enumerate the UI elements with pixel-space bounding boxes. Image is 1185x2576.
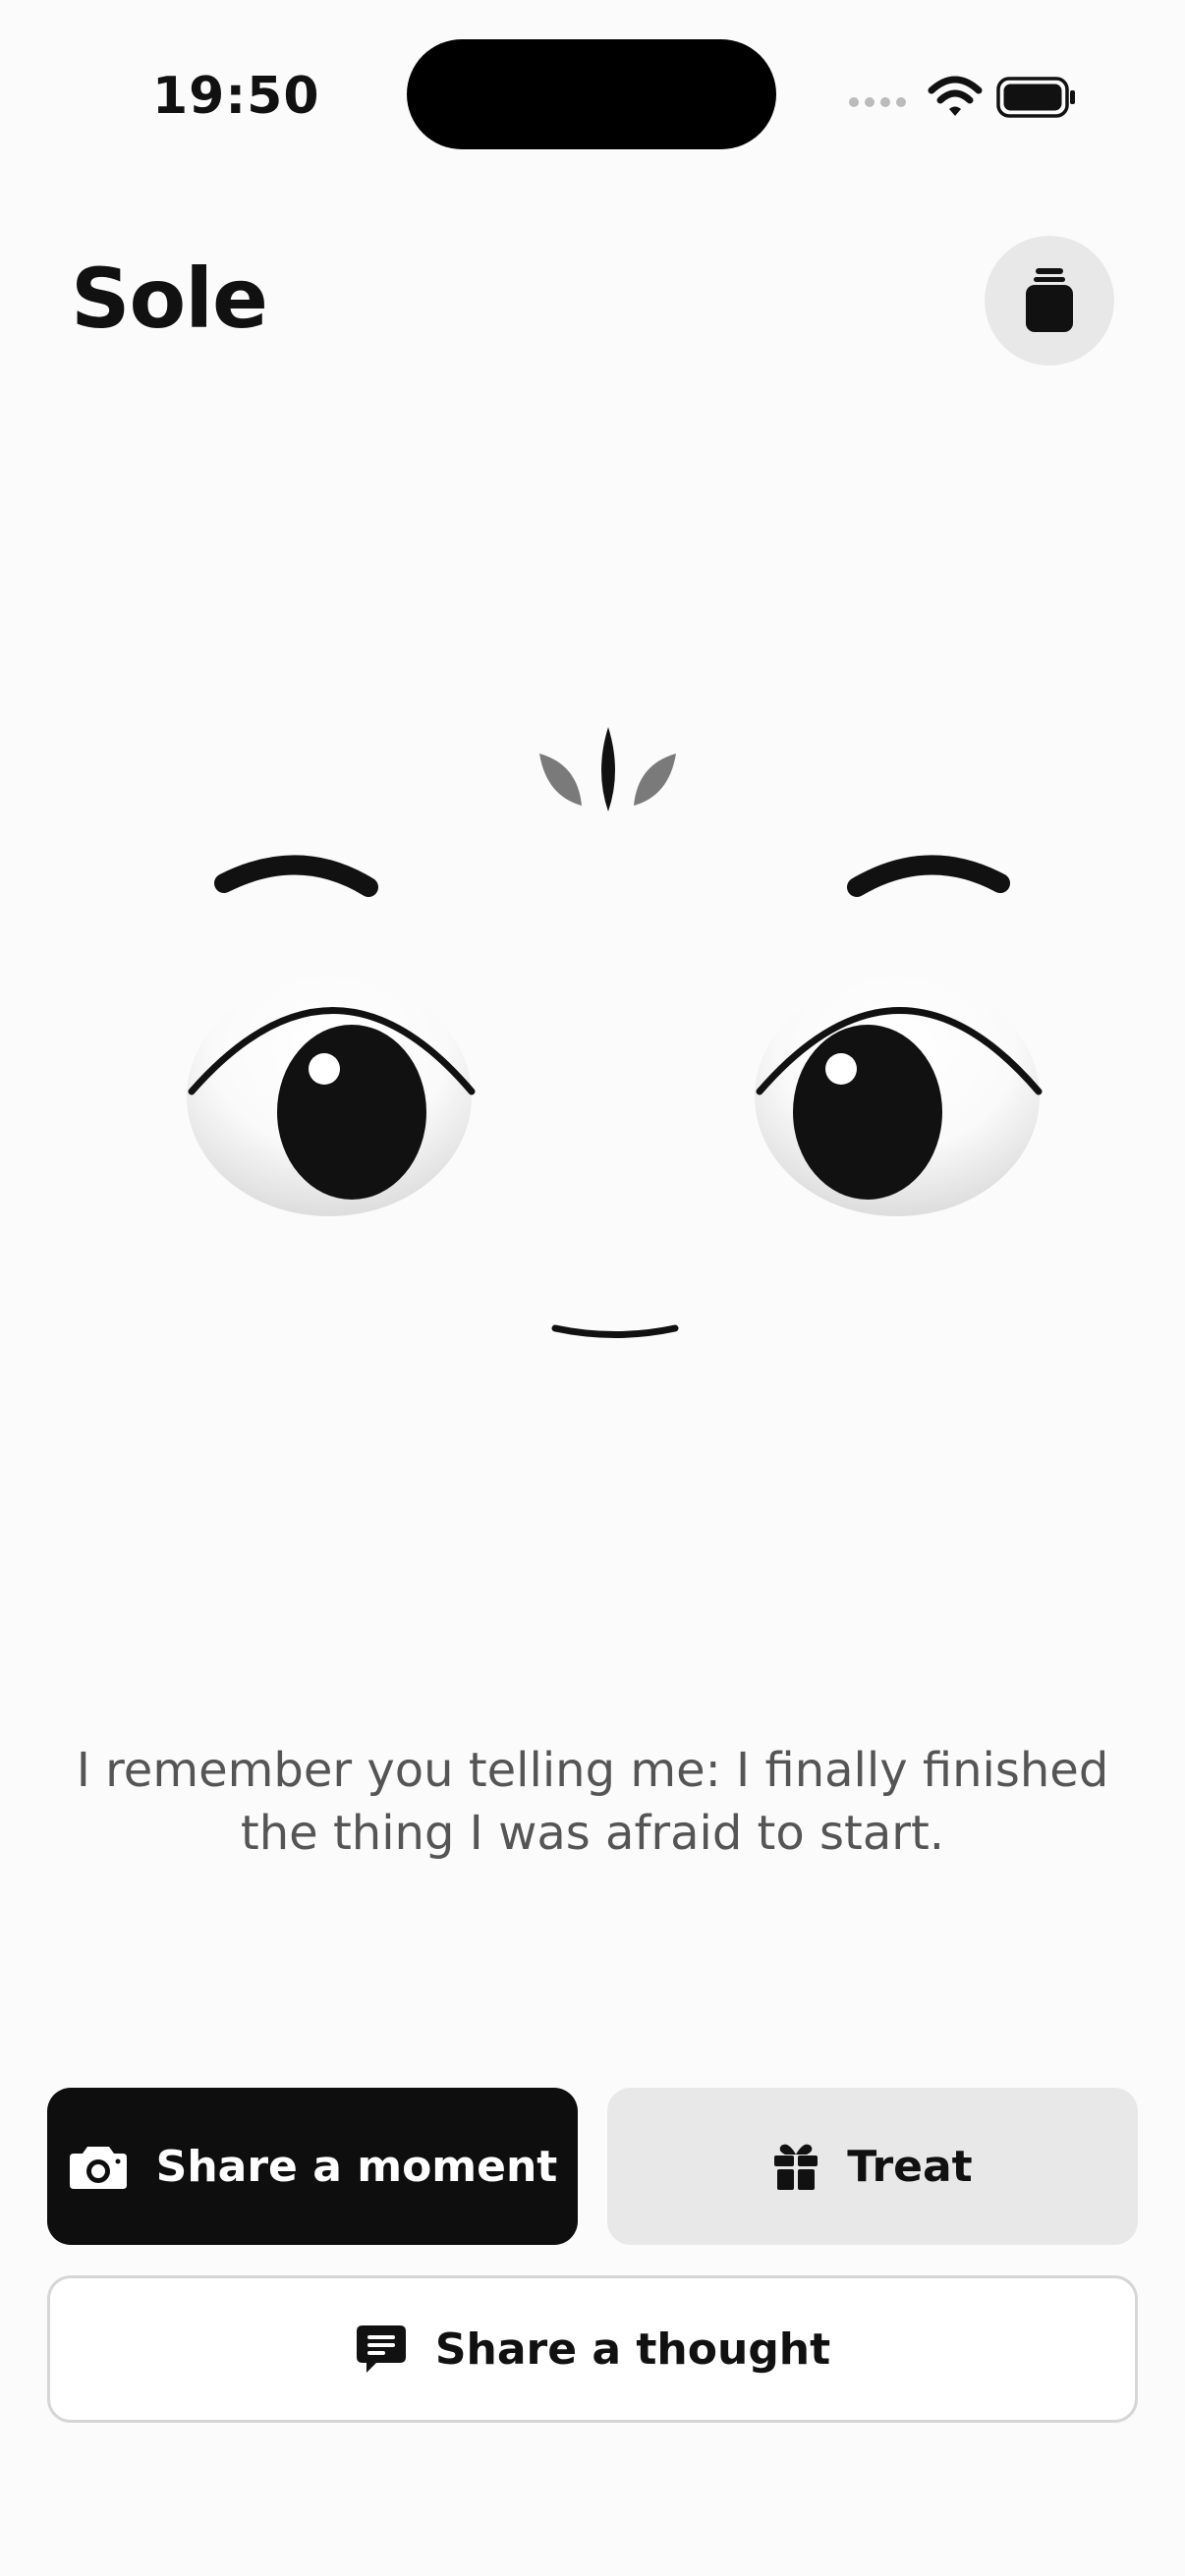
wifi-icon — [928, 76, 983, 116]
share-moment-button[interactable]: Share a moment — [47, 2088, 578, 2245]
gift-icon — [772, 2141, 819, 2192]
status-time: 19:50 — [152, 67, 320, 126]
left-eye — [187, 977, 476, 1216]
left-eyebrow — [214, 855, 378, 897]
right-eyebrow — [847, 855, 1010, 897]
app-title: Sole — [71, 251, 268, 347]
message-icon — [355, 2324, 408, 2375]
share-moment-label: Share a moment — [155, 2141, 558, 2192]
share-thought-button[interactable]: Share a thought — [47, 2275, 1138, 2423]
battery-icon — [996, 77, 1075, 118]
sprout-icon — [539, 727, 676, 812]
jar-icon — [1026, 268, 1073, 332]
status-bar: 19:50 — [0, 0, 1185, 187]
memory-message: I remember you telling me: I finally fin… — [76, 1743, 1109, 1861]
face-illustration — [187, 727, 1043, 1338]
dynamic-island — [407, 39, 776, 149]
share-thought-label: Share a thought — [434, 2324, 831, 2375]
jar-button[interactable] — [985, 236, 1114, 365]
treat-label: Treat — [847, 2141, 973, 2192]
status-icons — [845, 69, 1081, 118]
camera-icon — [68, 2143, 129, 2190]
cellular-signal-icon — [849, 97, 906, 107]
right-eye — [755, 977, 1043, 1216]
treat-button[interactable]: Treat — [607, 2088, 1138, 2245]
mouth — [551, 1324, 679, 1338]
